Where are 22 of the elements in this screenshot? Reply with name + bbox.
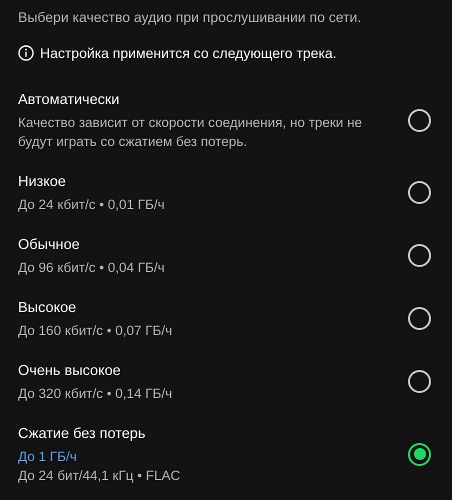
- radio-button[interactable]: [408, 442, 431, 466]
- info-icon: [18, 45, 34, 61]
- option-description: До 96 кбит/с • 0,04 ГБ/ч: [18, 259, 166, 277]
- option-description: До 24 бит/44,1 кГц • FLAC: [18, 467, 182, 485]
- radio-button[interactable]: [408, 307, 431, 330]
- option-title: Сжатие без потерь: [18, 425, 146, 444]
- radio-button[interactable]: [408, 108, 431, 132]
- option-description: Качество зависит от скорости соединения, но треки не будут играть со сжатием без потерь.: [18, 114, 364, 151]
- option-description: До 160 кбит/с • 0,07 ГБ/ч: [18, 322, 174, 340]
- intro-text: Выбери качество аудио при прослушивании по сети.: [18, 8, 362, 27]
- option-title: Автоматически: [18, 91, 120, 110]
- option-title: Высокое: [18, 299, 78, 318]
- radio-button[interactable]: [408, 181, 431, 204]
- radio-button[interactable]: [408, 370, 431, 393]
- option-title: Очень высокое: [18, 362, 122, 381]
- option-title: Обычное: [18, 236, 81, 255]
- radio-button[interactable]: [408, 244, 431, 267]
- option-description: До 1 ГБ/ч: [18, 448, 78, 466]
- option-title: Низкое: [18, 173, 67, 192]
- option-description: До 320 кбит/с • 0,14 ГБ/ч: [18, 385, 174, 403]
- option-description: До 24 кбит/с • 0,01 ГБ/ч: [18, 196, 166, 214]
- notice-text: Настройка применится со следующего трека.: [40, 44, 337, 63]
